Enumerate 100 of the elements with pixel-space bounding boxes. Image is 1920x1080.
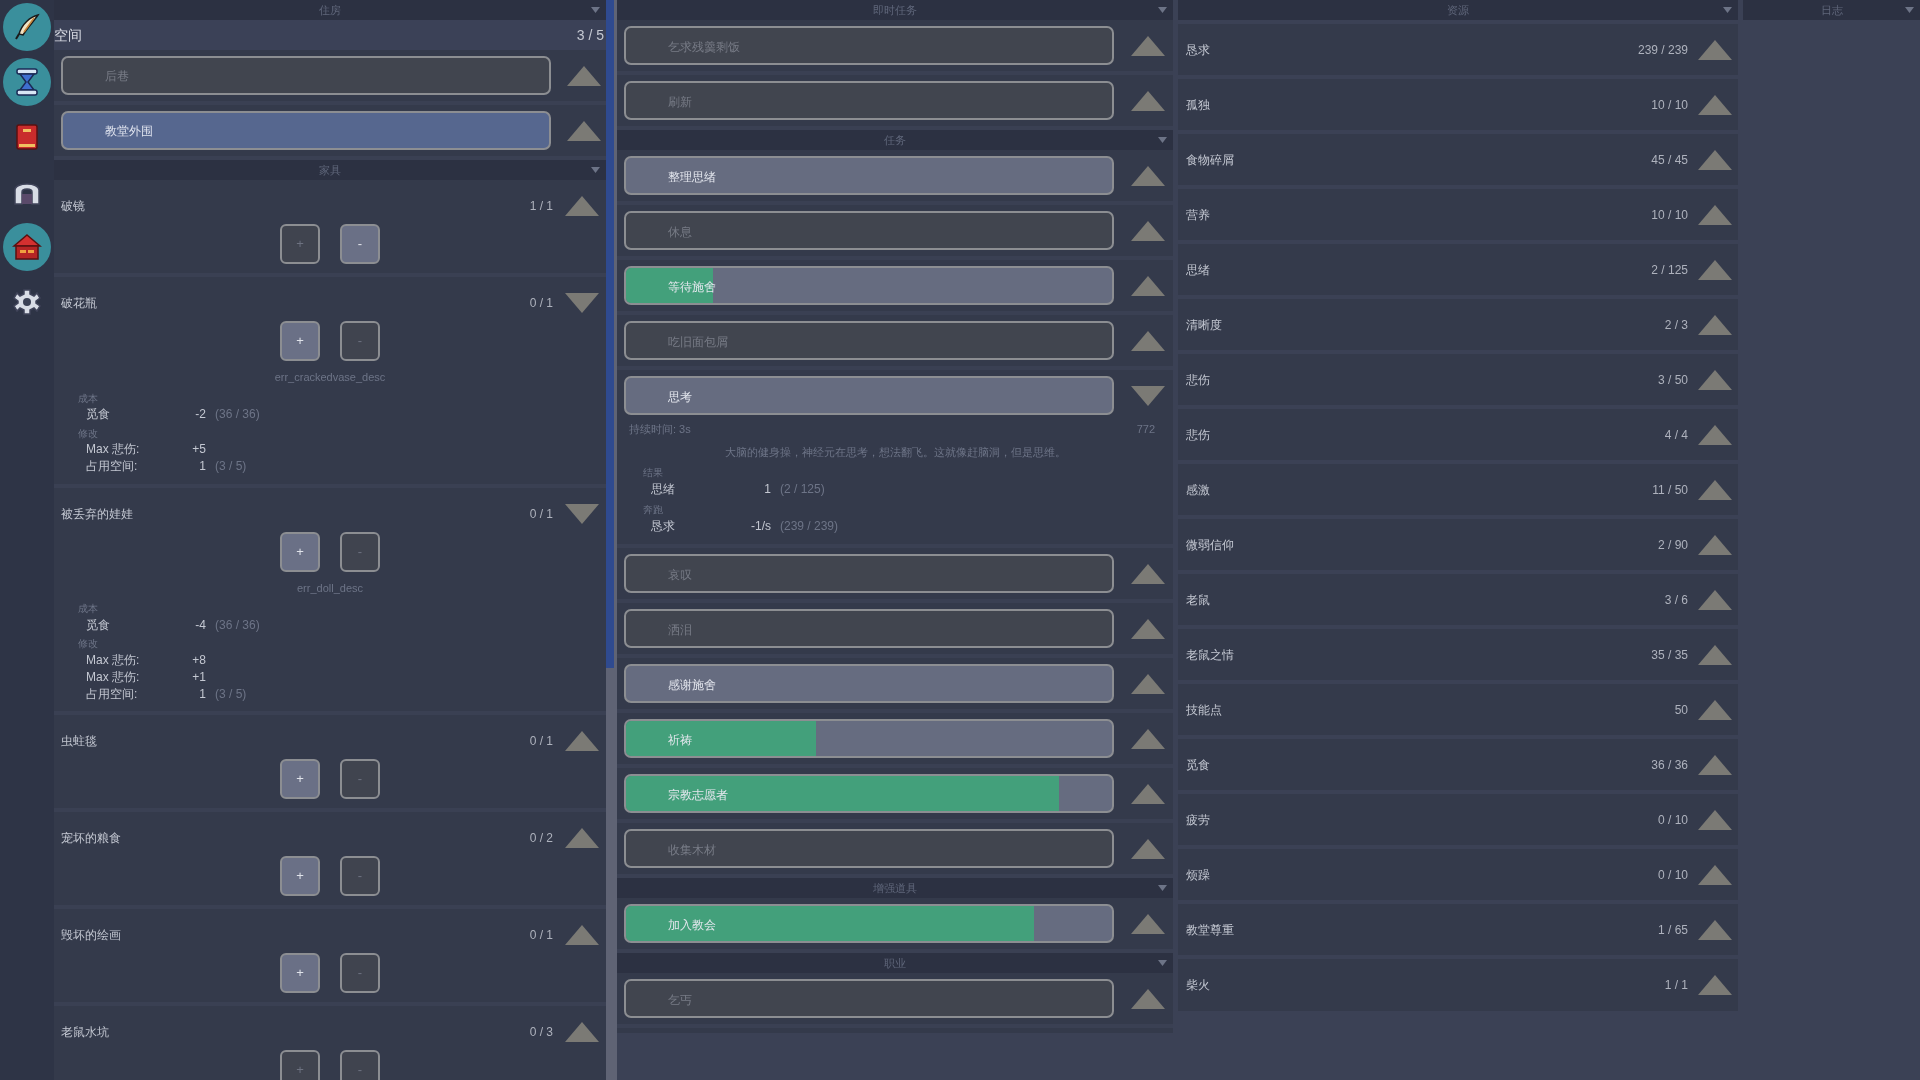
up-triangle-icon[interactable] <box>1698 919 1732 940</box>
up-triangle-icon[interactable] <box>1131 618 1165 639</box>
up-triangle-icon[interactable] <box>565 731 599 751</box>
dropdown-arrow-icon[interactable] <box>1723 7 1732 13</box>
up-triangle-icon[interactable] <box>1698 94 1732 115</box>
remove-button[interactable]: - <box>340 759 380 799</box>
location-button[interactable]: 教堂外围 <box>61 111 551 150</box>
task-button[interactable]: 整理思绪 <box>624 156 1114 195</box>
add-button[interactable]: + <box>280 953 320 993</box>
up-triangle-icon[interactable] <box>1131 330 1165 351</box>
resource-name: 食物碎屑 <box>1186 151 1235 169</box>
resource-name: 思绪 <box>1186 261 1211 279</box>
furniture-count: 0 / 1 <box>529 295 553 312</box>
up-triangle-icon[interactable] <box>1131 673 1165 694</box>
dropdown-arrow-icon[interactable] <box>591 7 600 13</box>
furniture-count: 0 / 2 <box>529 830 553 847</box>
up-triangle-icon[interactable] <box>565 196 599 216</box>
up-triangle-icon[interactable] <box>1698 424 1732 445</box>
up-triangle-icon[interactable] <box>1131 913 1165 934</box>
up-triangle-icon[interactable] <box>1131 90 1165 111</box>
task-button[interactable]: 加入教会 <box>624 904 1114 943</box>
down-triangle-icon[interactable] <box>565 293 599 313</box>
stat-amount: +1 <box>191 668 206 686</box>
furniture-name: 破镜 <box>61 198 86 215</box>
resource-value: 2 / 90 <box>1657 536 1688 554</box>
up-triangle-icon[interactable] <box>1698 369 1732 390</box>
space-value: 3 / 5 <box>576 25 604 45</box>
dropdown-arrow-icon[interactable] <box>591 167 600 173</box>
down-triangle-icon[interactable] <box>565 503 599 524</box>
remove-button[interactable]: - <box>340 953 380 993</box>
remove-button[interactable]: - <box>340 224 380 264</box>
sidebar-tab[interactable] <box>3 3 51 51</box>
resource-value: 1 / 1 <box>1664 976 1688 994</box>
add-button[interactable]: + <box>280 321 320 361</box>
up-triangle-icon[interactable] <box>1698 314 1732 335</box>
up-triangle-icon[interactable] <box>1131 783 1165 804</box>
dropdown-arrow-icon[interactable] <box>1158 7 1167 13</box>
resource-value: 0 / 10 <box>1657 811 1688 829</box>
add-button[interactable]: + <box>280 1050 320 1080</box>
up-triangle-icon[interactable] <box>1698 699 1732 720</box>
up-triangle-icon[interactable] <box>1131 275 1165 296</box>
up-triangle-icon[interactable] <box>1698 204 1732 225</box>
add-button[interactable]: + <box>280 531 320 572</box>
up-triangle-icon[interactable] <box>1131 838 1165 859</box>
resource-value: 11 / 50 <box>1652 481 1688 499</box>
up-triangle-icon[interactable] <box>1698 149 1732 170</box>
up-triangle-icon[interactable] <box>1131 35 1165 56</box>
up-triangle-icon[interactable] <box>565 828 599 848</box>
up-triangle-icon[interactable] <box>567 120 601 141</box>
task-button[interactable]: 祈祷 <box>624 719 1114 758</box>
dropdown-arrow-icon[interactable] <box>1905 7 1914 13</box>
down-triangle-icon[interactable] <box>1131 385 1165 406</box>
up-triangle-icon[interactable] <box>1698 864 1732 885</box>
up-triangle-icon[interactable] <box>1698 39 1732 60</box>
up-triangle-icon[interactable] <box>1131 220 1165 241</box>
up-triangle-icon[interactable] <box>1698 754 1732 775</box>
up-triangle-icon[interactable] <box>1698 644 1732 665</box>
up-triangle-icon[interactable] <box>1131 563 1165 584</box>
stat-name: 占用空间: <box>86 458 139 475</box>
resource-name: 悲伤 <box>1186 371 1211 389</box>
dropdown-arrow-icon[interactable] <box>1158 885 1167 891</box>
up-triangle-icon[interactable] <box>1698 974 1732 995</box>
resource-name: 悲伤 <box>1186 426 1211 444</box>
up-triangle-icon[interactable] <box>1698 589 1732 610</box>
up-triangle-icon[interactable] <box>565 925 599 945</box>
resource-value: 4 / 4 <box>1664 426 1688 444</box>
dropdown-arrow-icon[interactable] <box>1158 960 1167 966</box>
sidebar-tab[interactable] <box>3 58 51 106</box>
add-button[interactable]: + <box>280 759 320 799</box>
task-button[interactable]: 思考 <box>624 376 1114 415</box>
dropdown-arrow-icon[interactable] <box>1158 137 1167 143</box>
up-triangle-icon[interactable] <box>1131 728 1165 749</box>
add-button[interactable]: + <box>280 224 320 264</box>
feather-icon <box>12 12 42 42</box>
task-button[interactable]: 等待施舍 <box>624 266 1114 305</box>
furniture-name: 宠坏的粮食 <box>61 830 122 847</box>
remove-button[interactable]: - <box>340 856 380 896</box>
up-triangle-icon[interactable] <box>1698 479 1732 500</box>
add-button[interactable]: + <box>280 856 320 896</box>
up-triangle-icon[interactable] <box>1698 259 1732 280</box>
remove-button[interactable]: - <box>340 321 380 361</box>
up-triangle-icon[interactable] <box>567 65 601 86</box>
up-triangle-icon[interactable] <box>1131 988 1165 1009</box>
task-button[interactable]: 宗教志愿者 <box>624 774 1114 813</box>
resource-name: 柴火 <box>1186 976 1211 994</box>
scrollbar-thumb[interactable] <box>606 0 614 668</box>
scrollbar[interactable] <box>606 0 617 1080</box>
resource-value: 2 / 3 <box>1664 316 1688 334</box>
furniture-description: err_crackedvase_desc <box>274 370 386 385</box>
remove-button[interactable]: - <box>340 1050 380 1080</box>
up-triangle-icon[interactable] <box>1698 809 1732 830</box>
up-triangle-icon[interactable] <box>1131 165 1165 186</box>
up-triangle-icon[interactable] <box>565 1022 599 1042</box>
remove-button[interactable]: - <box>340 531 380 572</box>
furniture-name: 被丢弃的娃娃 <box>61 505 134 523</box>
task-button[interactable]: 感谢施舍 <box>624 664 1114 703</box>
resource-value: 1 / 65 <box>1657 921 1688 939</box>
up-triangle-icon[interactable] <box>1698 534 1732 555</box>
resource-name: 觅食 <box>1186 756 1211 774</box>
house-icon <box>12 233 42 261</box>
